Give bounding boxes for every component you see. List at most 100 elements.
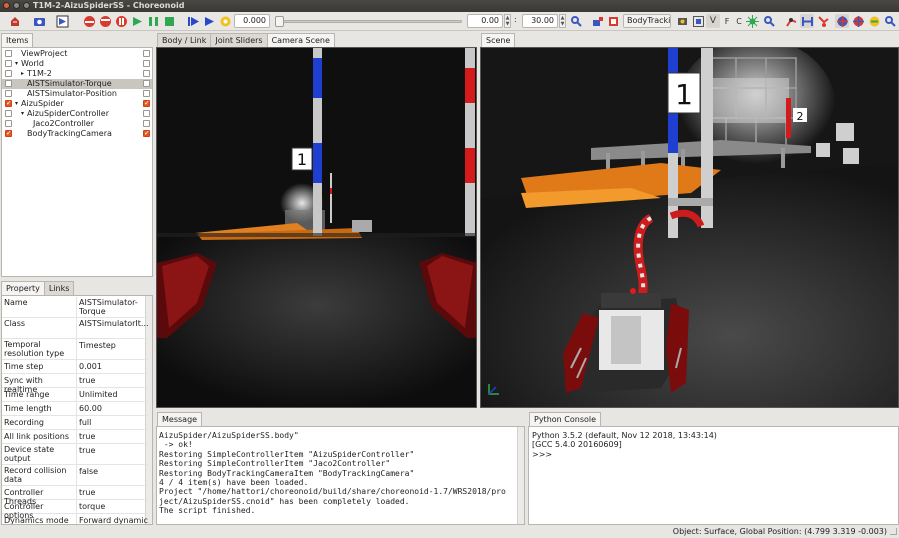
time-value-input[interactable]: 0.000 (234, 14, 270, 28)
property-row[interactable]: Time step 0.001 (2, 360, 148, 374)
property-row[interactable]: Record collision data false (2, 465, 148, 486)
tree-item[interactable]: ✓ ▾ AizuSpider ✓ (2, 99, 152, 109)
resize-grip-icon[interactable] (890, 528, 897, 535)
tab-scene[interactable]: Scene (481, 33, 516, 48)
end-time-spinner[interactable]: ▲ ▼ (559, 14, 566, 28)
scene-viewport[interactable]: 2 1 (480, 47, 899, 408)
zmp-icon[interactable] (851, 14, 865, 28)
property-value[interactable]: Timestep (76, 339, 148, 360)
refresh-icon[interactable] (218, 14, 232, 28)
tree-item-checkbox[interactable] (5, 120, 12, 127)
sim-pause-icon[interactable] (114, 14, 128, 28)
tracking-combo[interactable]: BodyTracki (623, 14, 671, 28)
tree-item-secondary-checkbox[interactable] (143, 120, 150, 127)
property-row[interactable]: Device state output true (2, 444, 148, 465)
property-row[interactable]: Controller options torque (2, 500, 148, 520)
property-row[interactable]: Name AISTSimulator-Torque (2, 297, 148, 318)
robot-icon[interactable] (590, 14, 604, 28)
python-console[interactable]: Python 3.5.2 (default, Nov 12 2018, 13:4… (528, 426, 899, 525)
collision-view-icon[interactable] (800, 14, 814, 28)
property-value[interactable]: true (76, 486, 148, 500)
tree-item[interactable]: Jaco2Controller (2, 119, 152, 129)
tree-item-secondary-checkbox[interactable] (143, 110, 150, 117)
origin-icon[interactable] (835, 14, 849, 28)
start-time-spinner[interactable]: ▲ ▼ (504, 14, 511, 28)
body-settings-icon[interactable] (883, 14, 897, 28)
property-value[interactable]: AISTSimulator-Torque (76, 297, 148, 318)
play-icon[interactable] (202, 14, 216, 28)
tree-item-secondary-checkbox[interactable] (143, 60, 150, 67)
message-log[interactable]: AizuSpider/AizuSpiderSS.body" -> ok! Res… (156, 426, 525, 525)
property-value[interactable]: torque (76, 500, 148, 514)
new-project-icon[interactable] (8, 14, 22, 28)
tab-items[interactable]: Items (1, 33, 34, 48)
property-row[interactable]: Temporal resolution type Timestep (2, 339, 148, 360)
tree-expand-icon[interactable]: ▾ (15, 99, 18, 109)
light-icon[interactable] (745, 14, 759, 28)
minimize-window-button[interactable] (13, 2, 20, 9)
tree-item-checkbox[interactable] (5, 50, 12, 57)
property-row[interactable]: Time length 60.00 (2, 402, 148, 416)
tree-item-secondary-checkbox[interactable] (143, 50, 150, 57)
sim-start-icon[interactable] (82, 14, 96, 28)
property-value[interactable]: full (76, 416, 148, 430)
cm-icon[interactable] (867, 14, 881, 28)
tree-item[interactable]: ▾ AizuSpiderController (2, 109, 152, 119)
property-value[interactable]: Forward dynamics (76, 514, 148, 524)
tree-item-secondary-checkbox[interactable] (143, 70, 150, 77)
tree-item[interactable]: ✓ BodyTrackingCamera ✓ (2, 129, 152, 139)
camera-settings-icon[interactable] (675, 14, 689, 28)
tree-expand-icon[interactable]: ▾ (15, 59, 18, 69)
tree-item-secondary-checkbox[interactable] (143, 80, 150, 87)
stop-icon[interactable] (162, 14, 176, 28)
camera-icon[interactable] (32, 14, 46, 28)
property-row[interactable]: Time range Unlimited (2, 388, 148, 402)
tree-item-checkbox[interactable] (5, 80, 12, 87)
tree-item-secondary-checkbox[interactable]: ✓ (143, 130, 150, 137)
play-forward-icon[interactable] (130, 14, 144, 28)
property-value[interactable]: true (76, 430, 148, 444)
property-row[interactable]: Recording full (2, 416, 148, 430)
time-settings-icon[interactable] (569, 14, 583, 28)
tab-camera-scene[interactable]: Camera Scene (266, 33, 335, 48)
tree-item[interactable]: ▾ World (2, 59, 152, 69)
start-time-input[interactable]: 0.00 (467, 14, 503, 28)
maximize-window-button[interactable] (23, 2, 30, 9)
tree-item[interactable]: ▸ T1M-2 (2, 69, 152, 79)
end-time-input[interactable]: 30.00 (522, 14, 558, 28)
property-row[interactable]: Class AISTSimulatorIt... (2, 318, 148, 339)
tab-message[interactable]: Message (157, 412, 203, 427)
property-value[interactable]: true (76, 444, 148, 465)
tree-item-checkbox[interactable]: ✓ (5, 130, 12, 137)
collision-toggle[interactable]: C (732, 14, 746, 28)
joint-icon[interactable] (784, 14, 798, 28)
tree-expand-icon[interactable]: ▾ (21, 109, 24, 119)
tree-item[interactable]: AISTSimulator-Position (2, 89, 152, 99)
property-row[interactable]: Controller Threads true (2, 486, 148, 506)
tab-python-console[interactable]: Python Console (529, 412, 602, 427)
tab-joint-sliders[interactable]: Joint Sliders (210, 33, 268, 48)
scene-settings-icon[interactable] (762, 14, 776, 28)
property-row[interactable]: Sync with realtime true (2, 374, 148, 394)
tree-item-checkbox[interactable]: ✓ (5, 100, 12, 107)
tab-links[interactable]: Links (43, 281, 75, 296)
tree-item-secondary-checkbox[interactable]: ✓ (143, 100, 150, 107)
tree-item[interactable]: ViewProject (2, 49, 152, 59)
seek-start-icon[interactable] (186, 14, 200, 28)
tree-item-checkbox[interactable] (5, 90, 12, 97)
message-scrollbar[interactable] (517, 427, 524, 524)
time-slider[interactable] (275, 16, 462, 27)
vertex-toggle[interactable]: V (706, 14, 720, 28)
property-value[interactable]: AISTSimulatorIt... (76, 318, 148, 339)
property-value[interactable]: Unlimited (76, 388, 148, 402)
tree-item[interactable]: AISTSimulator-Torque (2, 79, 152, 89)
close-window-button[interactable] (3, 2, 10, 9)
camera-viewport[interactable]: 1 (156, 47, 477, 408)
property-row[interactable]: All link positions true (2, 430, 148, 444)
tree-item-checkbox[interactable] (5, 70, 12, 77)
film-icon[interactable] (55, 14, 69, 28)
sim-restart-icon[interactable] (98, 14, 112, 28)
pause-icon[interactable] (146, 14, 160, 28)
time-slider-handle[interactable] (275, 16, 284, 27)
property-value[interactable]: 0.001 (76, 360, 148, 374)
